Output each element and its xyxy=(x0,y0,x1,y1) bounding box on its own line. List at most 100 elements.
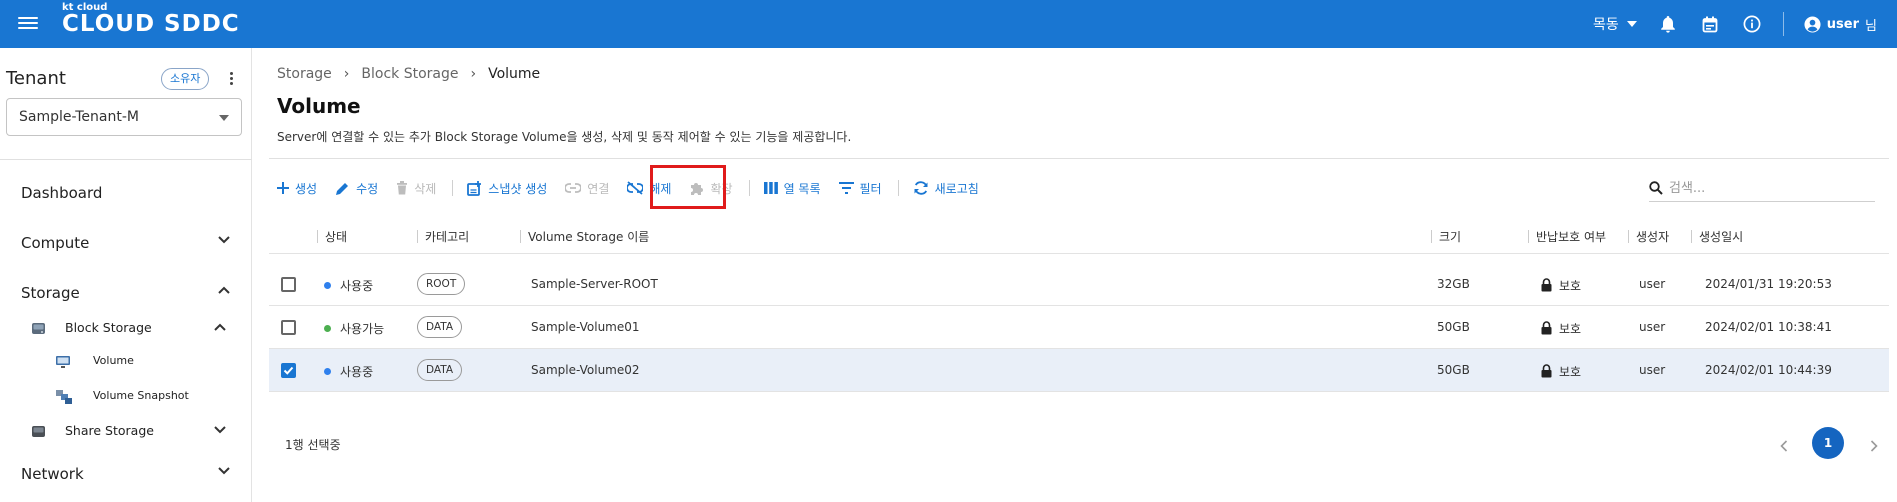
protection-cell: 보호 xyxy=(1541,277,1581,294)
toolbar-divider xyxy=(897,180,899,196)
menu-icon[interactable] xyxy=(18,14,38,34)
nav-volume-snapshot[interactable]: Volume Snapshot xyxy=(0,383,252,409)
nav-label: Block Storage xyxy=(65,320,152,335)
calendar-icon[interactable] xyxy=(1699,13,1721,35)
protection-text: 보호 xyxy=(1559,365,1582,379)
page-title: Volume xyxy=(277,94,361,118)
account-icon xyxy=(1804,15,1821,33)
snapshot-label: 스냅샷 생성 xyxy=(488,181,548,196)
refresh-icon xyxy=(914,181,928,195)
created-at: 2024/01/31 19:20:53 xyxy=(1705,277,1832,291)
snapshot-button[interactable]: 스냅샷 생성 xyxy=(467,180,547,197)
refresh-label: 새로고침 xyxy=(934,181,979,196)
view-column-icon xyxy=(763,182,778,194)
category-chip: ROOT xyxy=(417,273,466,295)
edit-label: 수정 xyxy=(356,181,379,196)
chevron-down-icon xyxy=(214,426,226,436)
snapshot-icon xyxy=(55,389,72,404)
chevron-down-icon xyxy=(218,236,230,246)
nav-dashboard[interactable]: Dashboard xyxy=(0,175,252,211)
detach-button[interactable]: 해제 xyxy=(627,180,671,197)
table-row[interactable]: 사용중 ROOT Sample-Server-ROOT 32GB 보호 user… xyxy=(269,263,1889,306)
logo-text: CLOUD SDDC xyxy=(62,11,240,37)
column-header-protection[interactable]: 반납보호 여부 xyxy=(1527,228,1606,245)
chevron-up-icon xyxy=(218,286,230,296)
column-header-category[interactable]: 카테고리 xyxy=(416,228,469,245)
logo[interactable]: kt cloud CLOUD SDDC xyxy=(62,3,240,36)
chevron-right-icon[interactable] xyxy=(1870,437,1880,452)
bell-icon[interactable] xyxy=(1657,13,1679,35)
category-chip: DATA xyxy=(417,316,463,338)
volume-size: 32GB xyxy=(1437,277,1470,291)
nav-share-storage[interactable]: Share Storage xyxy=(0,417,252,445)
column-header-name[interactable]: Volume Storage 이름 xyxy=(519,228,649,245)
category-chip: DATA xyxy=(417,359,463,381)
region-label: 목동 xyxy=(1593,17,1619,33)
lock-icon xyxy=(1541,321,1552,335)
divider xyxy=(269,158,1889,159)
create-button[interactable]: 생성 xyxy=(277,180,317,197)
created-at: 2024/02/01 10:38:41 xyxy=(1705,320,1832,334)
main-content: Storage › Block Storage › Volume Volume … xyxy=(253,48,1897,502)
refresh-button[interactable]: 새로고침 xyxy=(913,180,979,197)
protection-cell: 보호 xyxy=(1541,363,1581,380)
create-label: 생성 xyxy=(295,181,318,196)
nav-network[interactable]: Network xyxy=(0,456,252,492)
row-checkbox[interactable] xyxy=(281,277,296,292)
column-header-created-at[interactable]: 생성일시 xyxy=(1690,228,1743,245)
chevron-up-icon xyxy=(214,323,226,333)
column-header-status[interactable]: 상태 xyxy=(316,228,347,245)
edit-button[interactable]: 수정 xyxy=(335,180,378,197)
more-vert-icon[interactable] xyxy=(228,70,234,88)
tenant-select[interactable]: Sample-Tenant-M xyxy=(6,98,242,136)
creator: user xyxy=(1639,320,1666,334)
tenant-title: Tenant xyxy=(6,68,66,89)
filter-icon xyxy=(838,182,854,194)
volume-name: Sample-Volume01 xyxy=(531,320,640,334)
breadcrumb-item[interactable]: Storage xyxy=(277,66,332,82)
toolbar: 생성 수정 삭제 스냅샷 생성 연결 해제 확장 열 목록 필터 새로고침 xyxy=(277,176,997,200)
column-header-creator[interactable]: 생성자 xyxy=(1627,228,1669,245)
row-checkbox[interactable] xyxy=(281,363,296,378)
nav-block-storage[interactable]: Block Storage xyxy=(0,314,252,342)
nav-volume[interactable]: Volume xyxy=(0,348,252,374)
delete-button[interactable]: 삭제 xyxy=(396,180,436,197)
add-snapshot-icon xyxy=(467,180,482,196)
status-dot xyxy=(324,282,331,289)
extend-button[interactable]: 확장 xyxy=(689,180,733,197)
divider xyxy=(1782,12,1784,36)
column-header-size[interactable]: 크기 xyxy=(1430,228,1461,245)
toolbar-divider xyxy=(748,180,750,196)
row-checkbox[interactable] xyxy=(281,320,296,335)
breadcrumb-item[interactable]: Block Storage xyxy=(361,66,458,82)
status-cell: 사용중 xyxy=(324,363,373,380)
owner-badge: 소유자 xyxy=(161,68,210,90)
selection-count: 1행 선택중 xyxy=(285,438,341,452)
page-button[interactable]: 1 xyxy=(1812,427,1844,459)
info-icon[interactable] xyxy=(1741,13,1763,35)
table-row[interactable]: 사용가능 DATA Sample-Volume01 50GB 보호 user 2… xyxy=(269,306,1889,349)
chevron-left-icon[interactable] xyxy=(1780,437,1790,452)
nav-label: Dashboard xyxy=(21,184,103,202)
user-menu[interactable]: user 님 xyxy=(1804,15,1877,34)
detach-label: 해제 xyxy=(649,181,672,196)
pagination: 1 xyxy=(1780,427,1880,459)
nav-compute[interactable]: Compute xyxy=(0,225,252,261)
region-select[interactable]: 목동 xyxy=(1593,14,1637,34)
nav-storage[interactable]: Storage xyxy=(0,275,252,311)
filter-button[interactable]: 필터 xyxy=(838,180,882,197)
status-cell: 사용중 xyxy=(324,277,373,294)
sidebar: Tenant 소유자 Sample-Tenant-M Dashboard Com… xyxy=(0,48,252,502)
volume-size: 50GB xyxy=(1437,363,1470,377)
user-name: user xyxy=(1826,16,1860,32)
status-dot xyxy=(324,368,331,375)
lock-icon xyxy=(1541,278,1552,292)
status-text: 사용중 xyxy=(340,365,374,379)
table-row[interactable]: 사용중 DATA Sample-Volume02 50GB 보호 user 20… xyxy=(269,349,1889,392)
search-input[interactable] xyxy=(1669,178,1869,198)
status-text: 사용중 xyxy=(340,279,374,293)
columns-button[interactable]: 열 목록 xyxy=(763,180,821,197)
attach-button[interactable]: 연결 xyxy=(565,180,609,197)
link-off-icon xyxy=(627,181,644,195)
extend-label: 확장 xyxy=(710,181,733,196)
